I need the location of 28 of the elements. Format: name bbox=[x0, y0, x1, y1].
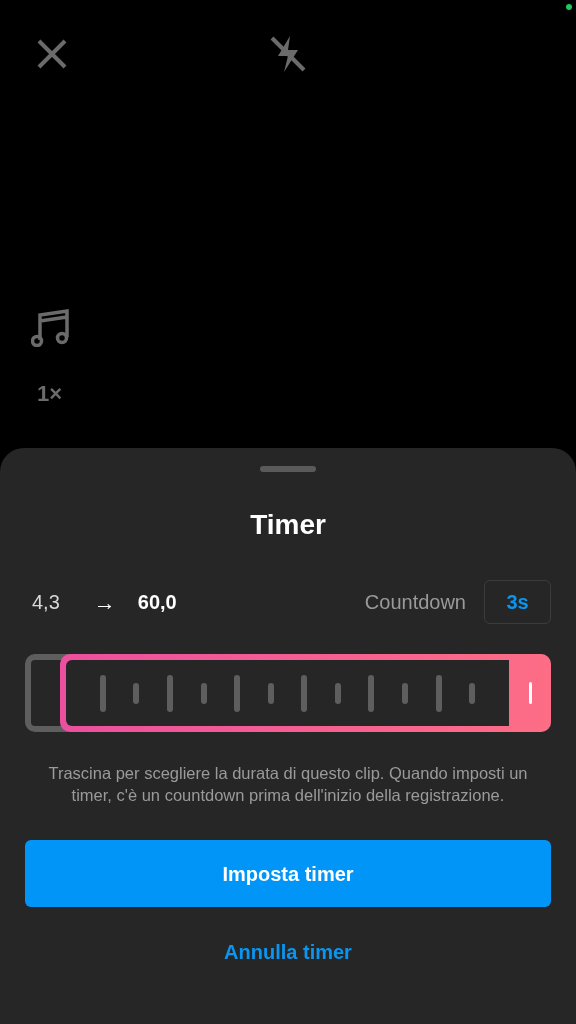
tick-mark bbox=[133, 682, 140, 704]
tick-mark bbox=[435, 674, 442, 712]
speed-label[interactable]: 1× bbox=[31, 377, 63, 410]
start-time: 4,3 bbox=[32, 590, 60, 615]
recording-indicator-icon bbox=[566, 4, 572, 10]
set-timer-button[interactable]: Imposta timer bbox=[25, 840, 551, 907]
tick-mark bbox=[200, 682, 207, 704]
end-time: 60,0 bbox=[137, 590, 177, 615]
flash-off-icon[interactable] bbox=[268, 34, 308, 74]
close-icon[interactable] bbox=[36, 38, 68, 70]
trim-handle-grip[interactable] bbox=[528, 682, 532, 704]
drag-handle[interactable] bbox=[260, 466, 316, 472]
sheet-title: Timer bbox=[250, 508, 326, 542]
tick-mark bbox=[166, 674, 173, 712]
description-text: Trascina per scegliere la durata di questo clip. Quando imposti un timer, c'è un countdown prima dell'inizio della registrazione. bbox=[47, 763, 529, 806]
tick-mark bbox=[334, 682, 341, 704]
tick-mark bbox=[469, 682, 476, 704]
tick-mark bbox=[99, 674, 106, 712]
tick-mark bbox=[402, 682, 408, 704]
arrow-text: → bbox=[93, 588, 116, 617]
tick-mark bbox=[368, 674, 375, 712]
tick-mark bbox=[301, 674, 308, 712]
music-note-icon[interactable] bbox=[31, 307, 69, 347]
tick-mark bbox=[267, 682, 274, 704]
cancel-timer-link[interactable]: Annulla timer bbox=[224, 937, 352, 967]
tick-mark bbox=[234, 674, 241, 712]
countdown-label: Countdown bbox=[364, 590, 466, 615]
countdown-selector[interactable]: 3s bbox=[484, 580, 551, 624]
